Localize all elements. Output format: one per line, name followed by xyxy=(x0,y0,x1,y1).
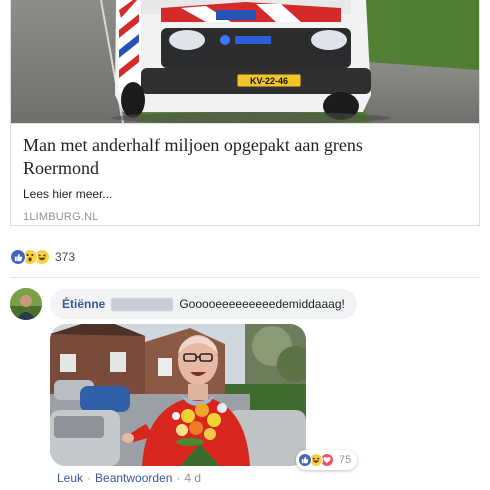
comment-reaction-count: 75 xyxy=(339,454,352,466)
comment-photo[interactable] xyxy=(50,324,306,466)
comment-text: Gooooeeeeeeeeedemiddaaag! xyxy=(179,297,345,311)
link-preview-card[interactable]: KV-22-46 Man met anderhalf miljoen opgep… xyxy=(10,0,480,226)
post-reactions-bar[interactable]: 373 xyxy=(10,246,75,268)
reply-link[interactable]: Beantwoorden xyxy=(95,471,172,485)
flowers-man-photo xyxy=(50,324,306,466)
divider xyxy=(10,277,480,278)
separator: · xyxy=(87,471,92,485)
link-preview-domain: 1LIMBURG.NL xyxy=(23,211,99,223)
like-icon xyxy=(10,249,26,265)
link-preview-image[interactable]: KV-22-46 xyxy=(11,0,479,123)
redacted-surname xyxy=(111,297,174,311)
comment-actions: Leuk · Beantwoorden · 4 d xyxy=(57,471,201,485)
reactions-count[interactable]: 373 xyxy=(55,250,75,264)
comment-reactions[interactable]: 75 xyxy=(296,450,358,470)
link-preview-description: Lees hier meer... xyxy=(23,187,113,201)
separator: · xyxy=(176,471,181,485)
link-preview-title[interactable]: Man met anderhalf miljoen opgepakt aan g… xyxy=(23,134,443,180)
comment-bubble: Étiënne Gooooeeeeeeeeedemiddaaag! xyxy=(50,289,357,319)
facebook-post: KV-22-46 Man met anderhalf miljoen opgep… xyxy=(0,0,490,490)
police-van-photo: KV-22-46 xyxy=(11,0,479,123)
comment-timestamp[interactable]: 4 d xyxy=(184,471,201,485)
commenter-name[interactable]: Étiënne xyxy=(62,297,105,311)
license-plate-text: KV-22-46 xyxy=(250,76,288,86)
like-comment-link[interactable]: Leuk xyxy=(57,471,83,485)
commenter-avatar[interactable] xyxy=(10,288,42,320)
link-preview-body[interactable]: Man met anderhalf miljoen opgepakt aan g… xyxy=(11,123,479,225)
like-icon xyxy=(298,453,312,467)
